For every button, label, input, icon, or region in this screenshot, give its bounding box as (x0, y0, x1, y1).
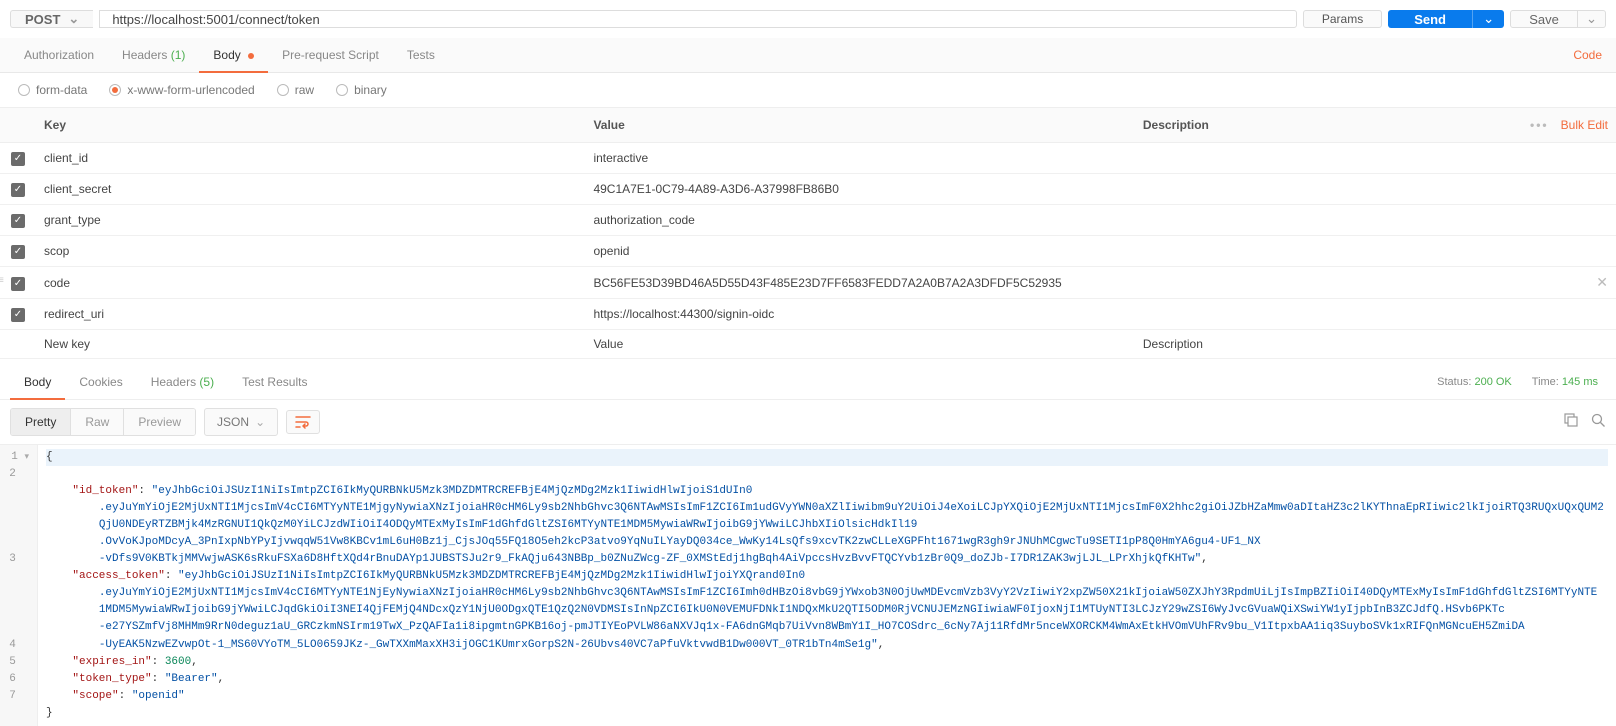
request-tabs: Authorization Headers (1) Body Pre-reque… (0, 38, 1616, 73)
resp-headers-count: (5) (199, 375, 214, 389)
cell-value[interactable]: 49C1A7E1-0C79-4A89-A3D6-A37998FB86B0 (585, 174, 1134, 205)
cell-value[interactable]: authorization_code (585, 205, 1134, 236)
cell-key[interactable]: redirect_uri (36, 299, 585, 330)
tab-prerequest[interactable]: Pre-request Script (268, 38, 393, 72)
cell-key[interactable]: client_secret (36, 174, 585, 205)
time-value: 145 ms (1562, 376, 1598, 388)
tab-body[interactable]: Body (199, 38, 268, 72)
method-dropdown[interactable]: POST ⌄ (10, 10, 93, 28)
cell-description[interactable] (1135, 236, 1616, 267)
modified-dot-icon (248, 53, 254, 59)
chevron-down-icon: ⌄ (1483, 11, 1494, 26)
drag-handle-icon[interactable]: ≡ (0, 275, 4, 286)
view-raw[interactable]: Raw (71, 409, 124, 435)
radio-icon (277, 84, 289, 96)
table-row[interactable]: redirect_urihttps://localhost:44300/sign… (0, 299, 1616, 330)
table-row[interactable]: client_idinteractive (0, 143, 1616, 174)
resp-tab-tests[interactable]: Test Results (228, 365, 321, 399)
row-checkbox[interactable] (11, 214, 25, 228)
save-dropdown[interactable]: ⌄ (1578, 10, 1606, 28)
view-preview[interactable]: Preview (124, 409, 195, 435)
search-icon[interactable] (1591, 413, 1606, 431)
response-tabs: Body Cookies Headers (5) Test Results St… (0, 365, 1616, 400)
language-dropdown[interactable]: JSON ⌄ (204, 408, 278, 436)
radio-binary[interactable]: binary (336, 83, 387, 97)
col-key: Key (36, 108, 585, 143)
radio-icon (18, 84, 30, 96)
line-gutter: 1 ▾ 2 3 4 5 6 7 (0, 445, 38, 726)
resp-tab-headers[interactable]: Headers (5) (137, 365, 228, 399)
new-value-input[interactable]: Value (585, 330, 1134, 359)
time-label: Time: 145 ms (1532, 376, 1598, 388)
table-row[interactable]: grant_typeauthorization_code (0, 205, 1616, 236)
copy-icon[interactable] (1564, 413, 1579, 431)
headers-count: (1) (171, 48, 186, 62)
row-checkbox[interactable] (11, 152, 25, 166)
row-checkbox[interactable] (11, 245, 25, 259)
wrap-icon (295, 415, 311, 429)
resp-tab-body[interactable]: Body (10, 365, 65, 399)
tab-headers[interactable]: Headers (1) (108, 38, 199, 72)
col-value: Value (585, 108, 1134, 143)
status-label: Status: 200 OK (1437, 376, 1512, 388)
view-mode-segment: Pretty Raw Preview (10, 408, 196, 436)
row-checkbox[interactable] (11, 183, 25, 197)
cell-value[interactable]: openid (585, 236, 1134, 267)
status-value: 200 OK (1474, 376, 1511, 388)
cell-key[interactable]: scop (36, 236, 585, 267)
table-row-new[interactable]: New keyValueDescription (0, 330, 1616, 359)
params-button[interactable]: Params (1303, 10, 1382, 28)
url-input[interactable]: https://localhost:5001/connect/token (99, 10, 1297, 28)
radio-icon (336, 84, 348, 96)
cell-value[interactable]: BC56FE53D39BD46A5D55D43F485E23D7FF6583FE… (585, 267, 1134, 299)
chevron-down-icon: ⌄ (255, 415, 265, 429)
radio-form-data[interactable]: form-data (18, 83, 87, 97)
cell-key[interactable]: grant_type (36, 205, 585, 236)
body-params-table: Key Value Description Bulk Edit ••• clie… (0, 108, 1616, 359)
code-link[interactable]: Code (1569, 38, 1606, 72)
radio-urlencoded[interactable]: x-www-form-urlencoded (109, 83, 254, 97)
resp-tab-cookies[interactable]: Cookies (65, 365, 136, 399)
send-dropdown[interactable]: ⌄ (1472, 10, 1504, 28)
new-desc-input[interactable]: Description (1135, 330, 1616, 359)
new-key-input[interactable]: New key (36, 330, 585, 359)
radio-icon (109, 84, 121, 96)
cell-description[interactable] (1135, 174, 1616, 205)
more-icon[interactable]: ••• (1530, 118, 1549, 132)
table-row[interactable]: scopopenid (0, 236, 1616, 267)
table-row[interactable]: ≡ codeBC56FE53D39BD46A5D55D43F485E23D7FF6… (0, 267, 1616, 299)
row-checkbox[interactable] (11, 277, 25, 291)
col-description: Description Bulk Edit ••• (1135, 108, 1616, 143)
chevron-down-icon: ⌄ (1586, 11, 1597, 26)
cell-description[interactable] (1135, 143, 1616, 174)
cell-key[interactable]: code (36, 267, 585, 299)
send-button[interactable]: Send (1388, 10, 1472, 28)
wrap-lines-button[interactable] (286, 410, 320, 434)
cell-description[interactable] (1135, 205, 1616, 236)
method-label: POST (25, 12, 60, 27)
response-body[interactable]: { "id_token": "eyJhbGciOiJSUzI1NiIsImtpZ… (38, 445, 1616, 726)
radio-raw[interactable]: raw (277, 83, 314, 97)
cell-value[interactable]: interactive (585, 143, 1134, 174)
view-pretty[interactable]: Pretty (11, 409, 71, 435)
body-type-row: form-data x-www-form-urlencoded raw bina… (0, 73, 1616, 108)
cell-value[interactable]: https://localhost:44300/signin-oidc (585, 299, 1134, 330)
cell-description[interactable] (1135, 299, 1616, 330)
close-icon[interactable]: ✕ (1596, 274, 1608, 291)
row-checkbox[interactable] (11, 308, 25, 322)
chevron-down-icon: ⌄ (68, 11, 79, 27)
cell-key[interactable]: client_id (36, 143, 585, 174)
tab-authorization[interactable]: Authorization (10, 38, 108, 72)
table-row[interactable]: client_secret49C1A7E1-0C79-4A89-A3D6-A37… (0, 174, 1616, 205)
save-button[interactable]: Save (1510, 10, 1578, 28)
cell-description[interactable]: ✕ (1135, 267, 1616, 299)
bulk-edit-link[interactable]: Bulk Edit (1561, 118, 1608, 132)
tab-tests[interactable]: Tests (393, 38, 449, 72)
